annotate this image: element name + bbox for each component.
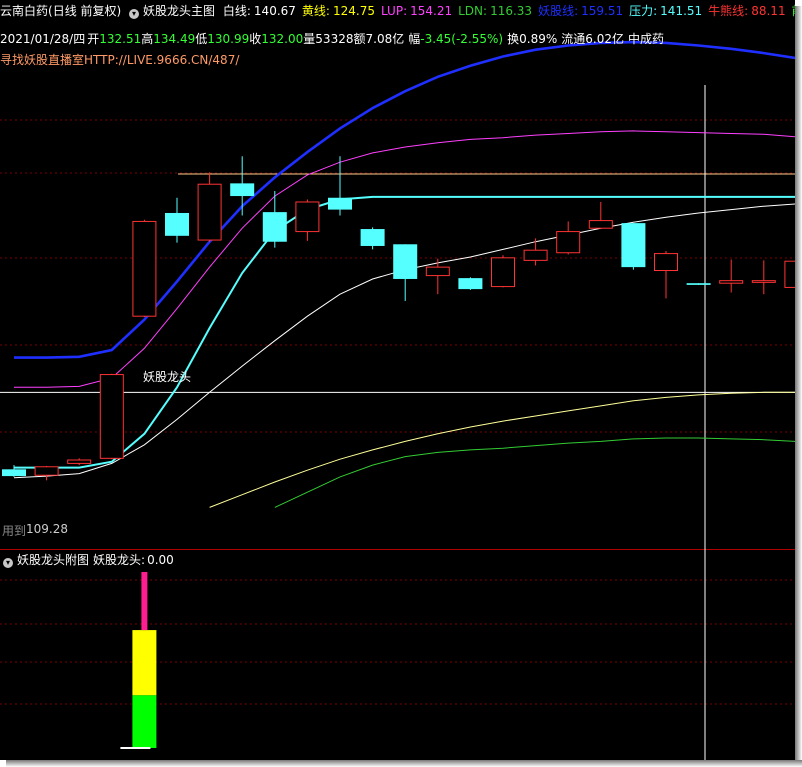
candle-body	[686, 283, 711, 285]
sub-indicator-value: 0.00	[147, 553, 174, 567]
low-label: 低	[195, 32, 208, 46]
turnover-label: 换	[507, 32, 520, 46]
legend-value: 116.33	[490, 4, 533, 18]
signal-bar-segment	[132, 695, 157, 748]
candle-body	[556, 231, 581, 254]
amount-label: 额	[353, 32, 366, 46]
legend-label: 压力:	[629, 4, 658, 18]
high-value: 134.49	[153, 32, 196, 46]
open-label: 开	[87, 32, 100, 46]
candle-body	[67, 459, 92, 464]
chart-window: 云南白药(日线 前复权) ▾ 妖股龙头主图 白线: 140.67 黄线: 124.75 L…	[0, 0, 795, 760]
signal-bar-segment	[132, 630, 157, 696]
legend-label: 白线:	[222, 4, 251, 18]
candle-body	[2, 469, 26, 477]
amount-value: 7.08亿	[365, 32, 405, 46]
candle-body	[523, 249, 548, 261]
window-shadow	[795, 6, 802, 767]
quote-bar: 2021/01/28/四 开132.51高134.49低130.99收132.00…	[0, 31, 668, 47]
candle-body	[588, 220, 613, 229]
promo-link[interactable]: 寻找妖股直播室HTTP://LIVE.9666.CN/487/	[0, 52, 243, 68]
high-label: 高	[141, 32, 154, 46]
float-value: 6.02亿	[585, 32, 625, 46]
close-label: 收	[249, 32, 262, 46]
legend-item: 黄线: 124.75	[302, 4, 375, 18]
promo-text[interactable]: 寻找妖股直播室HTTP://LIVE.9666.CN/487/	[0, 53, 239, 67]
legend-value: 124.75	[332, 4, 375, 18]
legend-label: 牛熊线:	[708, 4, 749, 18]
candle-body	[393, 244, 418, 279]
legend-item: 压力: 141.51	[629, 4, 702, 18]
indicator-line	[209, 391, 795, 508]
window-shadow	[6, 760, 802, 767]
candle-body	[654, 253, 678, 272]
legend-item: 牛熊线: 88.11	[708, 4, 785, 18]
legend-value: 141.51	[660, 4, 703, 18]
legend-label: LUP:	[380, 4, 408, 18]
open-value: 132.51	[99, 32, 142, 46]
candle-body	[751, 280, 776, 283]
quote-date: 2021/01/28/四	[0, 32, 86, 46]
candle-body	[328, 197, 352, 210]
sub-panel-header: ▾ 妖股龙头附图 妖股龙头: 0.00	[0, 552, 178, 568]
volume-value: 53328	[315, 32, 354, 46]
candle-body	[165, 212, 189, 236]
change-value: -3.45(-2.55%)	[420, 32, 504, 46]
sector-label[interactable]: 中成药	[628, 32, 664, 46]
legend-label: 黄线:	[301, 4, 330, 18]
legend-item: LUP: 154.21	[381, 4, 452, 18]
candle-body	[295, 201, 320, 233]
candle-body	[425, 266, 450, 277]
candle-body	[99, 374, 124, 459]
indicator-title[interactable]: 妖股龙头主图	[143, 4, 215, 18]
chevron-down-icon[interactable]: ▾	[129, 9, 140, 19]
float-label: 流通	[561, 32, 586, 46]
period-label[interactable]: (日线 前复权)	[48, 4, 121, 18]
indicator-line	[274, 437, 795, 508]
sub-panel-title[interactable]: 妖股龙头附图	[17, 553, 89, 567]
main-chart-canvas[interactable]	[0, 0, 795, 760]
signal-label: 妖股龙头	[143, 370, 192, 384]
indicator-header: 云南白药(日线 前复权) ▾ 妖股龙头主图 白线: 140.67 黄线: 124.75 L…	[0, 3, 795, 19]
legend-value: 154.21	[410, 4, 453, 18]
legend-value: 140.67	[253, 4, 296, 18]
candle-body	[621, 223, 646, 268]
legend-item: 妖股线: 159.51	[538, 4, 623, 18]
legend-item: LDN: 116.33	[458, 4, 532, 18]
watermark-text: 用到	[2, 524, 27, 538]
low-value: 130.99	[207, 32, 250, 46]
legend-label: LDN:	[458, 4, 488, 18]
candle-body	[34, 466, 59, 476]
candle-body	[262, 212, 287, 242]
candle-body	[230, 183, 255, 197]
candle-body	[197, 183, 222, 241]
volume-label: 量	[303, 32, 316, 46]
chevron-down-icon[interactable]: ▾	[3, 558, 13, 568]
stock-name[interactable]: 云南白药	[0, 4, 48, 18]
legend-item: 白线: 140.67	[223, 4, 296, 18]
low-price-label: 109.28	[26, 522, 68, 536]
candle-body	[132, 220, 157, 317]
indicator-line	[14, 40, 795, 359]
candle-body	[719, 280, 744, 284]
sub-indicator-label: 妖股龙头:	[93, 553, 146, 567]
turnover-value: 0.89%	[519, 32, 558, 46]
candle-body	[360, 229, 385, 246]
candle-body	[784, 260, 795, 288]
candle-body	[491, 257, 515, 288]
signal-bar-segment	[141, 572, 148, 631]
legend-value: 159.51	[581, 4, 624, 18]
change-label: 幅	[408, 32, 421, 46]
legend-value: 88.11	[751, 4, 786, 18]
candle-body	[458, 278, 483, 290]
close-value: 132.00	[261, 32, 304, 46]
legend-label: 妖股线:	[538, 4, 579, 18]
